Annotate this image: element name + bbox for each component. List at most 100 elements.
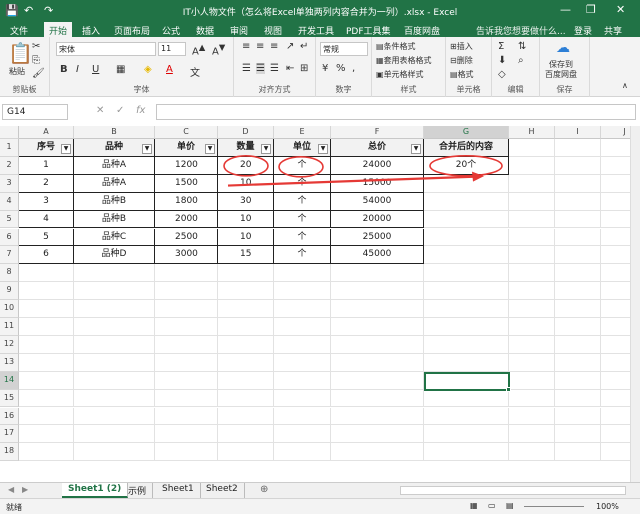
- cell-A3[interactable]: 2: [19, 174, 74, 193]
- underline-button[interactable]: U: [92, 64, 99, 75]
- cell-F16[interactable]: [331, 407, 424, 426]
- cell-E5[interactable]: 个: [274, 210, 331, 229]
- cell-E13[interactable]: [274, 353, 331, 372]
- cell-E16[interactable]: [274, 407, 331, 426]
- insert-cells-button[interactable]: ⊞插入: [450, 41, 473, 52]
- cell-J7[interactable]: [601, 246, 630, 265]
- cell-I14[interactable]: [555, 371, 601, 390]
- sheet-tab[interactable]: Sheet1 (2): [62, 483, 129, 498]
- cell-F5[interactable]: 20000: [331, 210, 424, 229]
- cell-I10[interactable]: [555, 300, 601, 318]
- cell-A10[interactable]: [19, 300, 74, 318]
- cell-B5[interactable]: 品种B: [74, 210, 155, 229]
- cell-A4[interactable]: 3: [19, 192, 74, 211]
- column-header-J[interactable]: J: [601, 126, 630, 139]
- cell-J16[interactable]: [601, 408, 630, 426]
- cell-C17[interactable]: [155, 425, 218, 444]
- cell-J11[interactable]: [601, 318, 630, 336]
- cell-B6[interactable]: 品种C: [74, 228, 155, 247]
- grow-font-icon[interactable]: A▲: [192, 42, 205, 57]
- filter-dropdown-icon[interactable]: ▼: [411, 144, 421, 154]
- normal-view-icon[interactable]: ▦: [470, 501, 478, 510]
- name-box[interactable]: G14: [2, 104, 68, 120]
- cell-C4[interactable]: 1800: [155, 192, 218, 211]
- cell-I13[interactable]: [555, 353, 601, 372]
- cell-I7[interactable]: [555, 246, 601, 265]
- cell-I4[interactable]: [555, 192, 601, 211]
- cell-I2[interactable]: [555, 156, 601, 175]
- cell-H8[interactable]: [509, 264, 555, 283]
- cell-C3[interactable]: 1500: [155, 174, 218, 193]
- cell-E12[interactable]: [274, 335, 331, 354]
- cell-I6[interactable]: [555, 228, 601, 247]
- row-header-1[interactable]: 1: [0, 139, 19, 157]
- cell-B10[interactable]: [74, 300, 155, 318]
- cell-D5[interactable]: 10: [218, 210, 274, 229]
- phonetic-icon[interactable]: 文: [190, 64, 200, 79]
- cell-J13[interactable]: [601, 354, 630, 372]
- cell-F18[interactable]: [331, 443, 424, 462]
- page-break-icon[interactable]: ▤: [506, 501, 514, 510]
- cell-D17[interactable]: [218, 425, 274, 444]
- tell-me-input[interactable]: 告诉我您想要做什么...: [476, 24, 566, 37]
- row-header-2[interactable]: 2: [0, 156, 19, 175]
- currency-icon[interactable]: ¥: [322, 63, 328, 74]
- cell-D13[interactable]: [218, 353, 274, 372]
- worksheet-grid[interactable]: A B C D E F G H I J 1 序号 ▼ 品种 ▼ 单价 ▼ 数量 ▼ 单位 ▼ 总价 ▼ 合并后的内容 2 1 品种A…: [0, 126, 630, 482]
- cell-B12[interactable]: [74, 335, 155, 354]
- cell-J5[interactable]: [601, 211, 630, 229]
- cell-E9[interactable]: [274, 282, 331, 301]
- cell-E14[interactable]: [274, 371, 331, 390]
- cell-E7[interactable]: 个: [274, 246, 331, 265]
- tab-data[interactable]: 数据: [196, 24, 214, 37]
- cell-J9[interactable]: [601, 282, 630, 301]
- cell-H10[interactable]: [509, 300, 555, 318]
- cell-C8[interactable]: [155, 264, 218, 283]
- cell-F14[interactable]: [331, 371, 424, 390]
- cell-J12[interactable]: [601, 336, 630, 354]
- row-header-8[interactable]: 8: [0, 264, 19, 283]
- cell-H5[interactable]: [509, 210, 555, 229]
- font-size-select[interactable]: 11: [158, 42, 186, 56]
- cell-G2[interactable]: 20个: [424, 156, 509, 175]
- cell-F8[interactable]: [331, 264, 424, 283]
- vertical-scrollbar[interactable]: [630, 126, 640, 482]
- cell-I1[interactable]: [555, 139, 601, 157]
- border-icon[interactable]: ▦: [116, 64, 125, 75]
- column-header-C[interactable]: C: [155, 126, 218, 139]
- cell-A18[interactable]: [19, 443, 74, 462]
- cell-H4[interactable]: [509, 192, 555, 211]
- cell-D16[interactable]: [218, 407, 274, 426]
- fill-icon[interactable]: ⬇: [498, 55, 506, 66]
- cell-C18[interactable]: [155, 443, 218, 462]
- cell-D6[interactable]: 10: [218, 228, 274, 247]
- row-header-11[interactable]: 11: [0, 318, 19, 336]
- number-format-select[interactable]: 常规: [320, 42, 368, 56]
- cell-I11[interactable]: [555, 318, 601, 336]
- row-header-9[interactable]: 9: [0, 282, 19, 301]
- cell-B17[interactable]: [74, 425, 155, 444]
- cell-A13[interactable]: [19, 353, 74, 372]
- cell-J8[interactable]: [601, 264, 630, 283]
- cell-H2[interactable]: [509, 156, 555, 175]
- fill-handle[interactable]: [506, 386, 511, 392]
- tab-insert[interactable]: 插入: [82, 24, 100, 37]
- cell-H15[interactable]: [509, 389, 555, 408]
- cell-style-button[interactable]: ▣单元格样式: [376, 69, 424, 80]
- cell-E15[interactable]: [274, 389, 331, 408]
- column-header-G[interactable]: G: [424, 126, 509, 139]
- cell-J3[interactable]: [601, 175, 630, 193]
- restore-button[interactable]: ❐: [586, 3, 596, 16]
- cell-G18[interactable]: [424, 443, 509, 462]
- cell-C10[interactable]: [155, 300, 218, 318]
- sort-filter-icon[interactable]: ⇅: [518, 41, 526, 52]
- row-header-14[interactable]: 14: [0, 371, 19, 390]
- cell-I8[interactable]: [555, 264, 601, 283]
- cell-A11[interactable]: [19, 318, 74, 336]
- cell-J17[interactable]: [601, 425, 630, 444]
- row-header-12[interactable]: 12: [0, 335, 19, 354]
- cell-H6[interactable]: [509, 228, 555, 247]
- cell-H12[interactable]: [509, 335, 555, 354]
- cell-E8[interactable]: [274, 264, 331, 283]
- delete-cells-button[interactable]: ⊟删除: [450, 55, 473, 66]
